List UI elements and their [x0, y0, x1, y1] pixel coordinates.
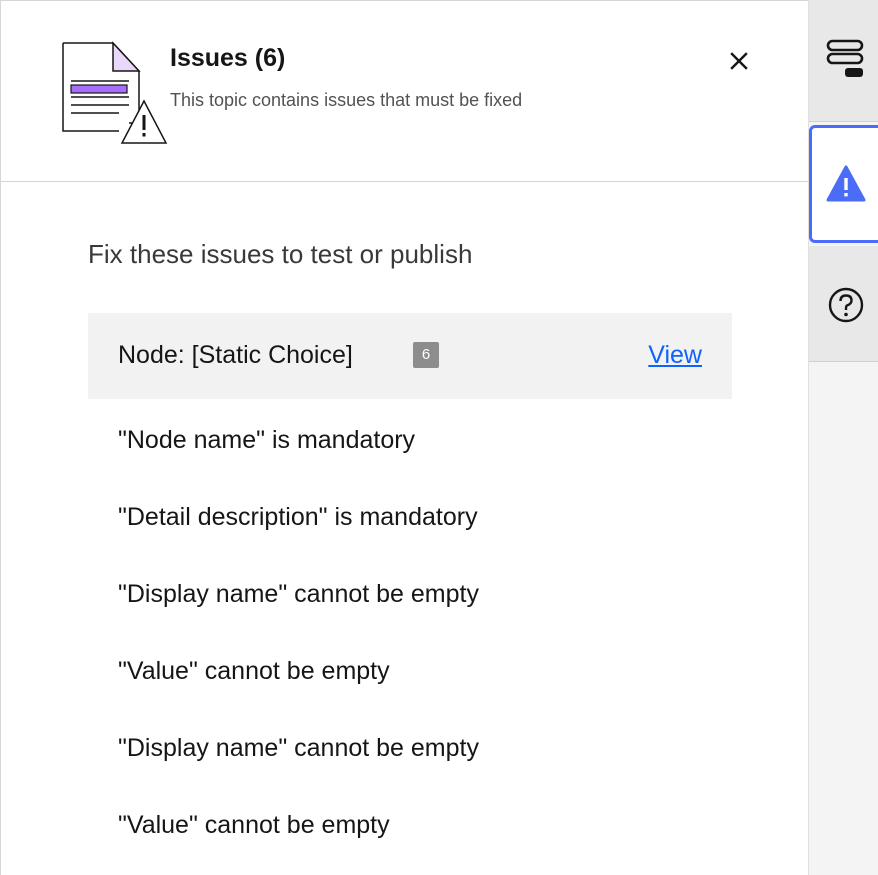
panel-subtitle: This topic contains issues that must be …	[170, 90, 523, 110]
view-link[interactable]: View	[648, 337, 702, 373]
section-heading: Fix these issues to test or publish	[88, 239, 473, 269]
close-button[interactable]	[721, 43, 757, 79]
rail-item-layers[interactable]	[809, 0, 878, 122]
side-rail	[808, 0, 878, 875]
issue-count-badge: 6	[413, 342, 439, 368]
panel-title: Issues (6)	[170, 44, 286, 72]
issue-item: "Value" cannot be empty	[118, 811, 390, 839]
issue-item: "Node name" is mandatory	[118, 426, 416, 454]
close-icon	[730, 52, 748, 70]
warning-icon	[826, 165, 866, 202]
issues-panel: Issues (6) This topic contains issues th…	[0, 0, 808, 875]
app-root: Issues (6) This topic contains issues th…	[0, 0, 878, 875]
help-icon	[828, 287, 864, 323]
rail-item-issues[interactable]	[809, 125, 878, 243]
issue-item: "Detail description" is mandatory	[118, 503, 478, 531]
issue-list: "Node name" is mandatory "Detail descrip…	[118, 421, 479, 875]
issue-item: "Display name" cannot be empty	[118, 580, 479, 608]
issue-item: "Display name" cannot be empty	[118, 734, 479, 762]
panel-header: Issues (6) This topic contains issues th…	[1, 1, 808, 182]
node-issue-row: Node: [Static Choice] 6 View	[88, 313, 732, 399]
layers-icon	[826, 39, 864, 77]
rail-item-help[interactable]	[809, 246, 878, 362]
document-warning-icon	[62, 41, 168, 144]
node-label: Node: [Static Choice]	[118, 341, 353, 369]
issue-item: "Value" cannot be empty	[118, 657, 390, 685]
